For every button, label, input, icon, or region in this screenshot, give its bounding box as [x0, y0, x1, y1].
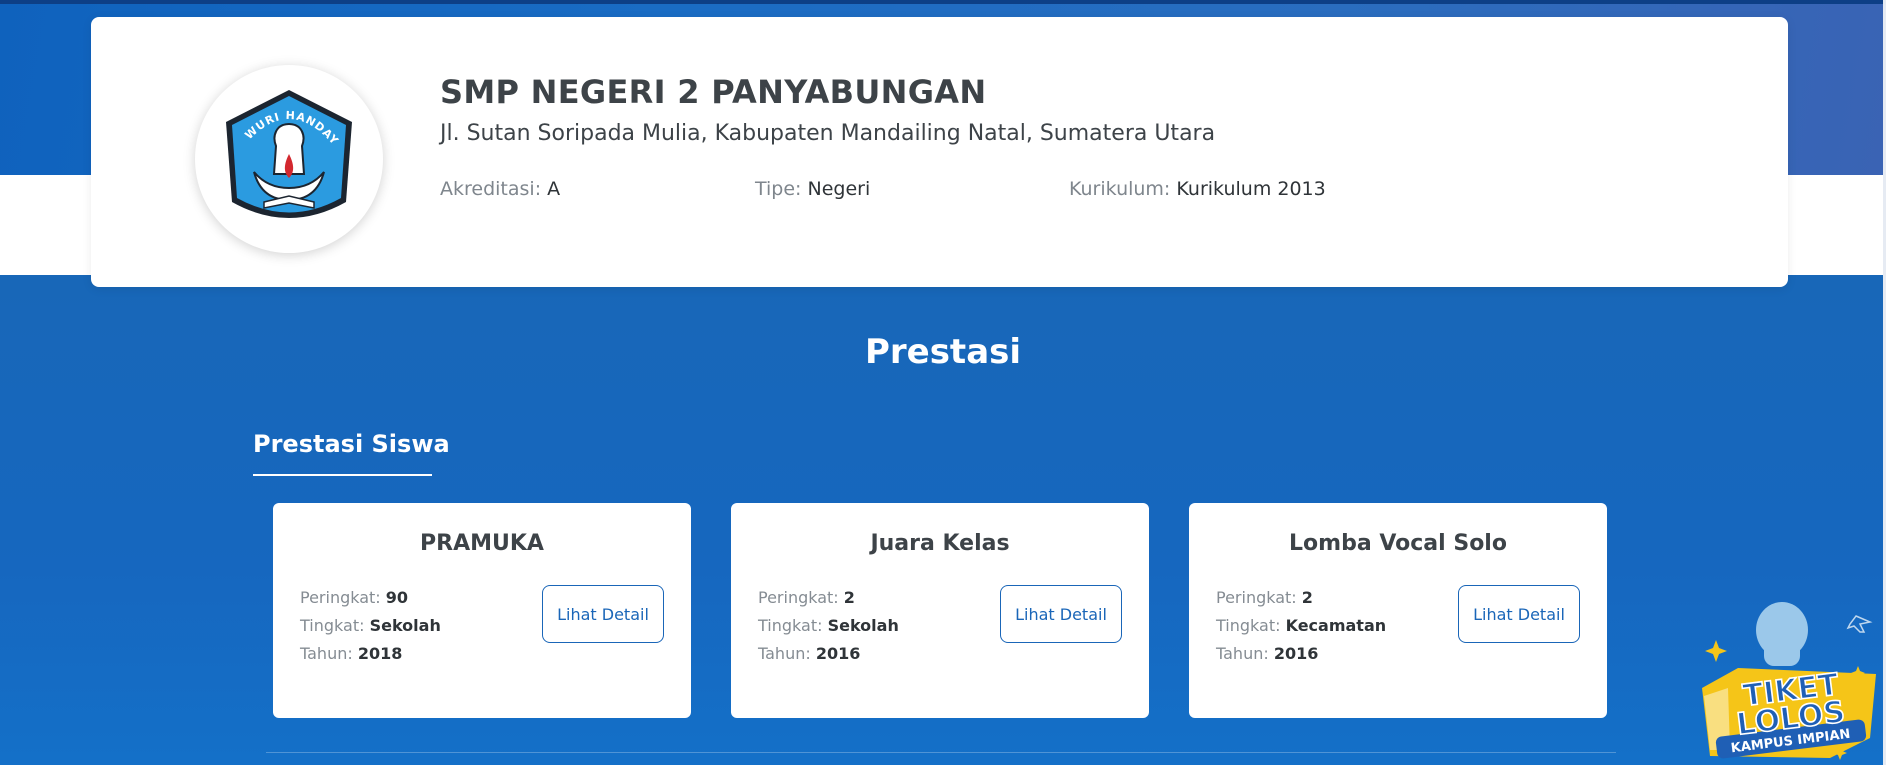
lihat-detail-button[interactable]: Lihat Detail — [542, 585, 664, 643]
meta-akreditasi: Akreditasi: A — [440, 178, 560, 200]
tingkat-row: Tingkat: Sekolah — [758, 616, 899, 635]
school-logo: TUT WURI HANDAYANI — [195, 65, 383, 253]
tahun-row: Tahun: 2018 — [300, 644, 402, 663]
tab-active-underline — [253, 474, 432, 476]
peringkat-row: Peringkat: 90 — [300, 588, 408, 607]
peringkat-label: Peringkat: — [758, 588, 839, 607]
tahun-label: Tahun: — [1216, 644, 1269, 663]
achievement-card: Juara Kelas Peringkat: 2 Tingkat: Sekola… — [731, 503, 1149, 718]
tahun-value: 2016 — [815, 644, 861, 663]
school-name: SMP NEGERI 2 PANYABUNGAN — [440, 73, 987, 111]
achievement-card: PRAMUKA Peringkat: 90 Tingkat: Sekolah T… — [273, 503, 691, 718]
peringkat-row: Peringkat: 2 — [1216, 588, 1313, 607]
achievement-title: Juara Kelas — [870, 531, 1010, 556]
peringkat-value: 90 — [385, 588, 409, 607]
akreditasi-value: A — [547, 178, 561, 200]
tingkat-label: Tingkat: — [300, 616, 365, 635]
peringkat-label: Peringkat: — [1216, 588, 1297, 607]
peringkat-label: Peringkat: — [300, 588, 381, 607]
tingkat-value: Sekolah — [827, 616, 899, 635]
tut-wuri-handayani-logo: TUT WURI HANDAYANI — [214, 84, 352, 218]
tingkat-label: Tingkat: — [758, 616, 823, 635]
tipe-label: Tipe: — [755, 178, 802, 200]
tab-prestasi-siswa[interactable]: Prestasi Siswa — [253, 430, 450, 458]
achievement-title: PRAMUKA — [420, 531, 544, 556]
meta-tipe: Tipe: Negeri — [755, 178, 870, 200]
school-address: Jl. Sutan Soripada Mulia, Kabupaten Mand… — [440, 121, 1216, 146]
peringkat-value: 2 — [843, 588, 855, 607]
tahun-label: Tahun: — [758, 644, 811, 663]
tingkat-row: Tingkat: Sekolah — [300, 616, 441, 635]
tahun-value: 2016 — [1273, 644, 1319, 663]
tingkat-row: Tingkat: Kecamatan — [1216, 616, 1386, 635]
peringkat-value: 2 — [1301, 588, 1313, 607]
tahun-label: Tahun: — [300, 644, 353, 663]
tahun-value: 2018 — [357, 644, 403, 663]
promo-badge-graphic: TIKET LOLOS KAMPUS IMPIAN — [1702, 602, 1876, 760]
school-info-card: TUT WURI HANDAYANI SMP NEGERI 2 PANYABUN… — [91, 17, 1788, 287]
akreditasi-label: Akreditasi: — [440, 178, 542, 200]
lihat-detail-button[interactable]: Lihat Detail — [1000, 585, 1122, 643]
tingkat-value: Sekolah — [369, 616, 441, 635]
top-strip — [0, 0, 1886, 4]
lihat-detail-button[interactable]: Lihat Detail — [1458, 585, 1580, 643]
tahun-row: Tahun: 2016 — [758, 644, 860, 663]
meta-kurikulum: Kurikulum: Kurikulum 2013 — [1069, 178, 1326, 200]
kurikulum-label: Kurikulum: — [1069, 178, 1171, 200]
achievement-card: Lomba Vocal Solo Peringkat: 2 Tingkat: K… — [1189, 503, 1607, 718]
achievement-title: Lomba Vocal Solo — [1289, 531, 1507, 556]
kurikulum-value: Kurikulum 2013 — [1176, 178, 1326, 200]
tiket-lolos-promo-badge[interactable]: TIKET LOLOS KAMPUS IMPIAN — [1680, 596, 1886, 765]
tipe-value: Negeri — [807, 178, 871, 200]
tingkat-value: Kecamatan — [1285, 616, 1387, 635]
hand-icon — [1756, 602, 1808, 666]
tahun-row: Tahun: 2016 — [1216, 644, 1318, 663]
tingkat-label: Tingkat: — [1216, 616, 1281, 635]
peringkat-row: Peringkat: 2 — [758, 588, 855, 607]
section-divider — [266, 752, 1616, 753]
airplane-icon — [1846, 615, 1873, 633]
section-title: Prestasi — [864, 332, 1022, 372]
